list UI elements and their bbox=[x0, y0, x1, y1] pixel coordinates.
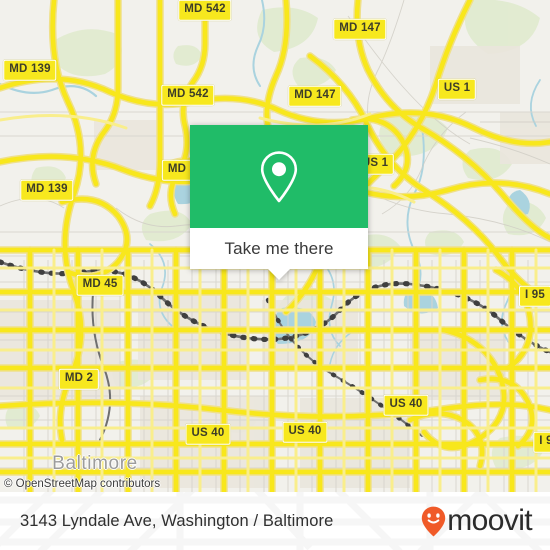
result-address: 3143 Lyndale Ave, Washington / Baltimore bbox=[20, 511, 334, 530]
callout-action[interactable]: Take me there bbox=[190, 228, 368, 269]
route-shield[interactable]: US 40 bbox=[282, 421, 328, 443]
route-shield[interactable]: MD 542 bbox=[161, 84, 215, 106]
moovit-logo[interactable]: moovit bbox=[421, 504, 533, 537]
route-shield[interactable]: MD 139 bbox=[20, 179, 74, 201]
route-shield[interactable]: I 95 bbox=[519, 285, 550, 307]
route-shield[interactable]: MD 2 bbox=[58, 368, 100, 390]
route-shield[interactable]: MD 147 bbox=[288, 85, 342, 107]
route-shield[interactable]: US 1 bbox=[437, 78, 477, 100]
callout-action-label: Take me there bbox=[224, 239, 334, 258]
route-shield[interactable]: I 9 bbox=[533, 431, 550, 453]
route-shield[interactable]: MD 147 bbox=[333, 18, 387, 40]
moovit-wordmark: moovit bbox=[447, 504, 532, 537]
moovit-smiley-pin-icon bbox=[422, 506, 446, 536]
callout-header bbox=[190, 125, 368, 228]
take-me-there-callout[interactable]: Take me there bbox=[190, 125, 368, 280]
callout-pointer bbox=[268, 269, 290, 280]
map-result-page: MD 542 MD 147 MD 139 MD 542 MD 147 US 1 … bbox=[0, 0, 550, 550]
route-shield[interactable]: MD 45 bbox=[76, 274, 124, 296]
footer-bar: 3143 Lyndale Ave, Washington / Baltimore… bbox=[0, 492, 550, 550]
route-shield[interactable]: US 40 bbox=[383, 394, 429, 416]
map-canvas[interactable]: MD 542 MD 147 MD 139 MD 542 MD 147 US 1 … bbox=[0, 0, 550, 492]
osm-attribution[interactable]: © OpenStreetMap contributors bbox=[4, 478, 160, 491]
route-shield[interactable]: MD 542 bbox=[178, 0, 232, 21]
city-label-baltimore: Baltimore bbox=[52, 453, 138, 474]
map-pin-outline-icon bbox=[260, 150, 298, 202]
route-shield[interactable]: MD 139 bbox=[3, 59, 57, 81]
route-shield[interactable]: US 40 bbox=[185, 423, 231, 445]
